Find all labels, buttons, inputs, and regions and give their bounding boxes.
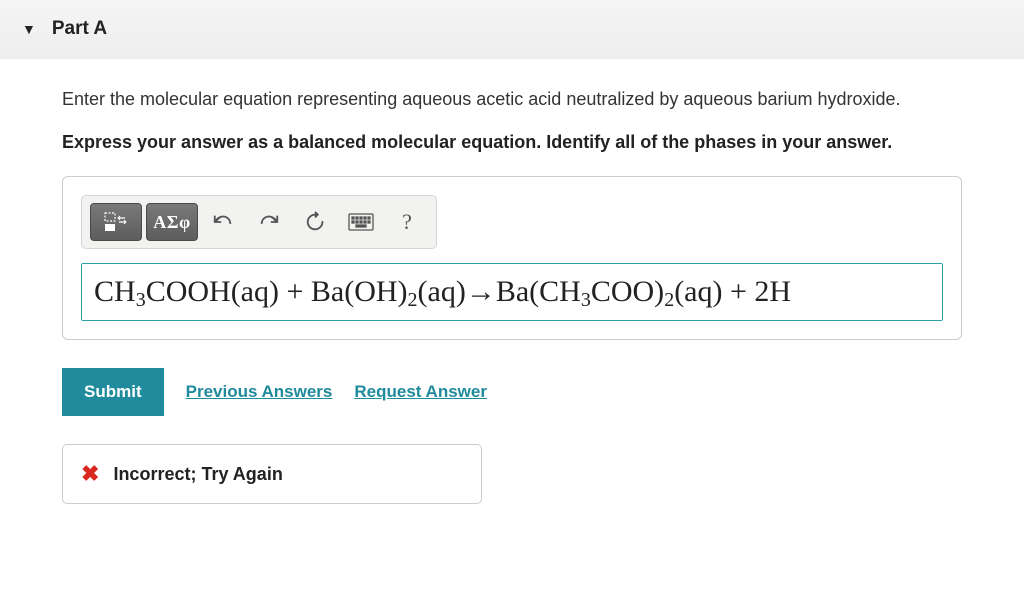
greek-symbols-label: ΑΣφ (153, 212, 191, 233)
help-label: ? (402, 209, 412, 235)
part-header[interactable]: ▼ Part A (0, 0, 1024, 59)
equation-input[interactable]: CH3 COOH(aq) + Ba(OH)2 (aq)→Ba(CH3 COO)2… (81, 263, 943, 321)
fraction-icon (103, 211, 129, 233)
answer-container: ΑΣφ (62, 176, 962, 340)
previous-answers-link[interactable]: Previous Answers (186, 382, 333, 402)
greek-symbols-button[interactable]: ΑΣφ (146, 203, 198, 241)
part-title: Part A (52, 18, 107, 40)
submit-button[interactable]: Submit (62, 368, 164, 416)
equation-toolbar: ΑΣφ (81, 195, 437, 249)
reset-icon (304, 211, 326, 233)
undo-icon (212, 211, 234, 233)
action-row: Submit Previous Answers Request Answer (62, 368, 962, 416)
request-answer-link[interactable]: Request Answer (354, 382, 487, 402)
instruction-text: Express your answer as a balanced molecu… (62, 130, 962, 154)
template-button[interactable] (90, 203, 142, 241)
help-button[interactable]: ? (386, 203, 428, 241)
keyboard-button[interactable] (340, 203, 382, 241)
redo-button[interactable] (248, 203, 290, 241)
collapse-icon: ▼ (22, 21, 36, 37)
keyboard-icon (348, 213, 374, 231)
redo-icon (258, 211, 280, 233)
question-text: Enter the molecular equation representin… (62, 87, 962, 112)
feedback-box: ✖ Incorrect; Try Again (62, 444, 482, 504)
feedback-text: Incorrect; Try Again (113, 464, 282, 485)
undo-button[interactable] (202, 203, 244, 241)
reset-button[interactable] (294, 203, 336, 241)
incorrect-icon: ✖ (81, 461, 99, 487)
content-area: Enter the molecular equation representin… (0, 59, 1024, 504)
